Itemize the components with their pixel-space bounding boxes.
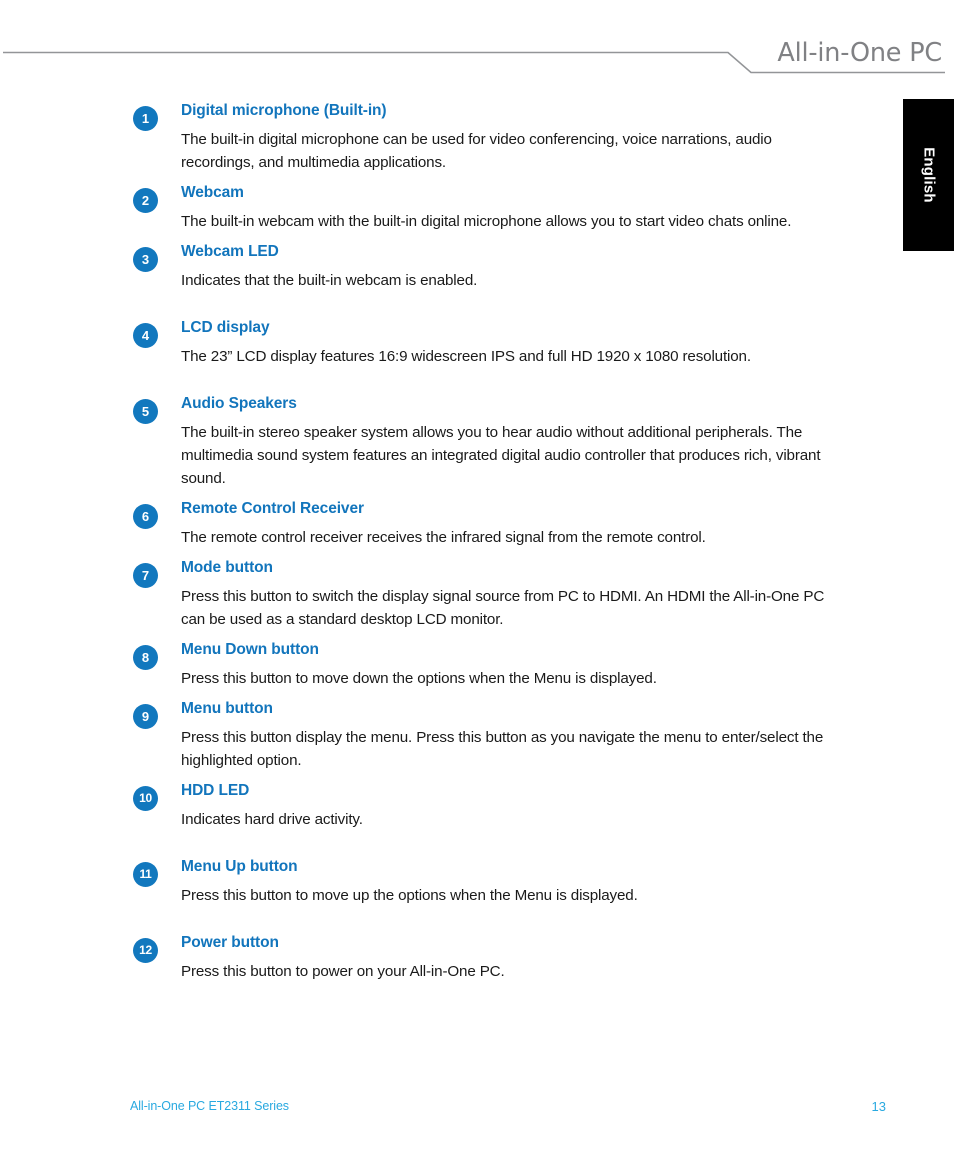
item-description: Press this button to move up the options… [181, 887, 638, 904]
item-number-badge: 9 [133, 704, 158, 729]
list-item: 9 Menu button Press this button display … [133, 698, 845, 772]
list-item: 8 Menu Down button Press this button to … [133, 639, 845, 690]
language-tab-label: English [920, 147, 937, 203]
item-title: Webcam LED [181, 243, 279, 260]
item-description: Press this button display the menu. Pres… [181, 729, 824, 769]
list-item: 4 LCD display The 23” LCD display featur… [133, 317, 845, 368]
page-footer: All-in-One PC ET2311 Series 13 [0, 1085, 954, 1155]
item-number-badge: 3 [133, 247, 158, 272]
page-header: All-in-One PC [0, 0, 954, 95]
feature-list: 1 Digital microphone (Built-in) The buil… [133, 100, 845, 983]
page-title: All-in-One PC [777, 38, 942, 68]
item-number-badge: 12 [133, 938, 158, 963]
item-description: Press this button to switch the display … [181, 588, 825, 628]
item-description: Press this button to power on your All-i… [181, 963, 505, 980]
item-title: Menu button [181, 700, 273, 717]
list-item: 7 Mode button Press this button to switc… [133, 557, 845, 631]
item-description: The built-in webcam with the built-in di… [181, 213, 792, 230]
item-number-badge: 1 [133, 106, 158, 131]
item-description: The remote control receiver receives the… [181, 529, 706, 546]
item-title: Mode button [181, 559, 273, 576]
item-title: Menu Down button [181, 641, 319, 658]
item-description: Indicates hard drive activity. [181, 811, 363, 828]
item-number-badge: 11 [133, 862, 158, 887]
item-description: Indicates that the built-in webcam is en… [181, 272, 478, 289]
list-item: 5 Audio Speakers The built-in stereo spe… [133, 393, 845, 490]
item-title: Menu Up button [181, 858, 298, 875]
language-tab-english: English [903, 99, 954, 251]
footer-page-number: 13 [871, 1099, 886, 1114]
item-number-badge: 2 [133, 188, 158, 213]
item-number-badge: 8 [133, 645, 158, 670]
list-item: 12 Power button Press this button to pow… [133, 932, 845, 983]
item-title: Audio Speakers [181, 395, 297, 412]
item-number-badge: 6 [133, 504, 158, 529]
item-number-badge: 4 [133, 323, 158, 348]
list-item: 6 Remote Control Receiver The remote con… [133, 498, 845, 549]
list-item: 11 Menu Up button Press this button to m… [133, 856, 845, 907]
item-title: Remote Control Receiver [181, 500, 364, 517]
item-number-badge: 7 [133, 563, 158, 588]
item-number-badge: 5 [133, 399, 158, 424]
item-description: The built-in digital microphone can be u… [181, 131, 772, 171]
list-item: 10 HDD LED Indicates hard drive activity… [133, 780, 845, 831]
item-title: Digital microphone (Built-in) [181, 102, 387, 119]
item-title: LCD display [181, 319, 270, 336]
item-description: The built-in stereo speaker system allow… [181, 424, 821, 487]
list-item: 1 Digital microphone (Built-in) The buil… [133, 100, 845, 174]
item-number-badge: 10 [133, 786, 158, 811]
list-item: 3 Webcam LED Indicates that the built-in… [133, 241, 845, 292]
footer-product-name: All-in-One PC ET2311 Series [130, 1099, 289, 1113]
list-item: 2 Webcam The built-in webcam with the bu… [133, 182, 845, 233]
item-title: Power button [181, 934, 279, 951]
item-description: Press this button to move down the optio… [181, 670, 657, 687]
item-description: The 23” LCD display features 16:9 widesc… [181, 348, 751, 365]
item-title: Webcam [181, 184, 244, 201]
item-title: HDD LED [181, 782, 250, 799]
